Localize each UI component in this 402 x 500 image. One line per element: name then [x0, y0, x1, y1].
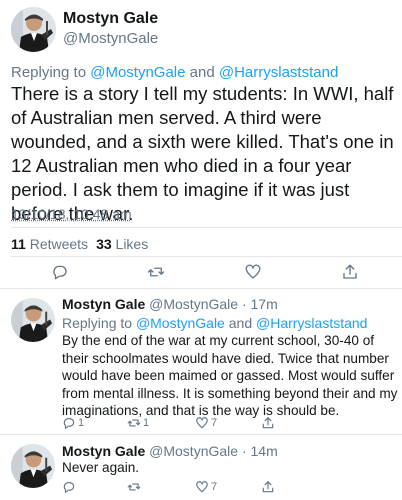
avatar-image [11, 444, 55, 488]
share-button[interactable] [261, 416, 275, 430]
reply-count: 1 [78, 417, 85, 429]
like-count: 7 [211, 417, 218, 429]
replying-to: Replying to @MostynGale and @Harryslasts… [11, 64, 338, 81]
reply-button[interactable]: 1 [62, 416, 84, 430]
like-count: 7 [211, 481, 218, 493]
replying-and: and [185, 64, 219, 81]
likes-count: 33 [96, 236, 112, 252]
main-tweet-header: Mostyn Gale @MostynGale [0, 0, 402, 60]
retweets-stat[interactable]: 11 Retweets [11, 236, 88, 252]
reply-button[interactable] [62, 480, 76, 494]
retweet-count: 1 [143, 417, 150, 429]
replying-prefix: Replying to [11, 64, 91, 81]
heart-icon [196, 481, 208, 493]
retweets-label: Retweets [29, 236, 89, 252]
reply-icon [53, 265, 67, 280]
reply-icon [63, 482, 75, 493]
mention-link[interactable]: @MostynGale [90, 64, 185, 81]
share-icon [262, 417, 274, 429]
share-icon [262, 481, 274, 493]
retweet-button[interactable] [127, 480, 141, 494]
retweet-button[interactable]: 1 [127, 416, 149, 430]
reply-tweet[interactable]: Mostyn Gale @MostynGale · 17m Replying t… [0, 288, 402, 433]
mention-link[interactable]: @MostynGale [136, 315, 225, 331]
retweets-count: 11 [11, 236, 26, 252]
divider [11, 227, 402, 228]
like-button[interactable]: 7 [195, 480, 217, 494]
share-icon [343, 264, 357, 279]
reply-text: Never again. [62, 460, 140, 475]
replying-and: and [224, 315, 256, 331]
reply-tweet[interactable]: Mostyn Gale @MostynGale · 14m Never agai… [0, 434, 402, 500]
divider [11, 256, 402, 257]
retweet-icon [147, 267, 165, 277]
likes-stat[interactable]: 33 Likes [96, 236, 148, 252]
avatar-image [11, 7, 56, 52]
reply-author[interactable]: Mostyn Gale @MostynGale · 14m [62, 443, 278, 459]
avatar[interactable] [11, 298, 55, 342]
reply-text: By the end of the war at my current scho… [62, 333, 398, 418]
tweet-stats: 11 Retweets 33 Likes [11, 236, 148, 252]
avatar-image [11, 298, 55, 342]
tweet-timestamp[interactable]: 13/10/18, 10:48 am [11, 206, 132, 222]
tweet-text: There is a story I tell my students: In … [11, 83, 394, 224]
retweet-icon [127, 483, 141, 491]
heart-icon [196, 417, 208, 429]
reply-icon [63, 418, 75, 429]
share-button[interactable] [261, 480, 275, 494]
reply-button[interactable] [51, 263, 69, 281]
author-handle[interactable]: @MostynGale [63, 30, 158, 47]
author-name: Mostyn Gale [62, 443, 146, 459]
retweet-button[interactable] [147, 263, 165, 281]
replying-prefix: Replying to [62, 315, 136, 331]
retweet-icon [127, 419, 141, 427]
share-button[interactable] [341, 263, 359, 281]
like-button[interactable]: 7 [195, 416, 217, 430]
author-name: Mostyn Gale [62, 296, 146, 312]
avatar[interactable] [11, 7, 56, 52]
mention-link[interactable]: @Harryslaststand [256, 315, 367, 331]
avatar[interactable] [11, 444, 55, 488]
author-name[interactable]: Mostyn Gale [63, 10, 158, 28]
heart-icon [245, 264, 261, 279]
reply-author[interactable]: Mostyn Gale @MostynGale · 17m [62, 296, 278, 312]
author-meta: @MostynGale · 14m [149, 443, 278, 459]
mention-link[interactable]: @Harryslaststand [219, 64, 338, 81]
author-meta: @MostynGale · 17m [149, 296, 278, 312]
like-button[interactable] [244, 263, 262, 281]
likes-label: Likes [115, 236, 149, 252]
replying-to: Replying to @MostynGale and @Harryslasts… [62, 315, 367, 331]
